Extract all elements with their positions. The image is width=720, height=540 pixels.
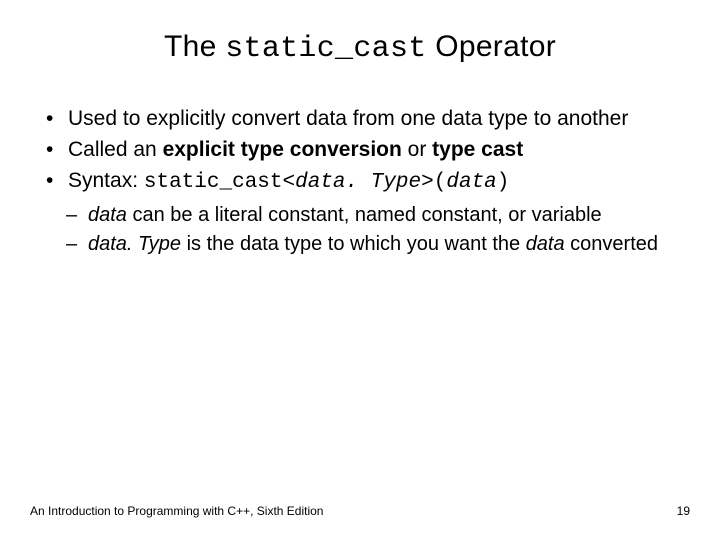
sub-2-rest: converted bbox=[565, 233, 658, 255]
bullet-2: Called an explicit type conversion or ty… bbox=[42, 137, 690, 164]
sub-2-ital2: data bbox=[526, 233, 565, 255]
page-number: 19 bbox=[677, 504, 690, 518]
bullet-2-mid: or bbox=[402, 138, 432, 161]
bullet-3-pre: Syntax: bbox=[68, 169, 144, 192]
sub-2: data. Type is the data type to which you… bbox=[66, 232, 690, 258]
bullet-3-code2: >( bbox=[421, 171, 446, 194]
bullet-3-code3: ) bbox=[497, 171, 510, 194]
title-code: static_cast bbox=[225, 32, 426, 66]
bullet-2-bold1: explicit type conversion bbox=[163, 138, 402, 161]
slide-title: The static_cast Operator bbox=[30, 30, 690, 66]
bullet-1-text: Used to explicitly convert data from one… bbox=[68, 107, 628, 130]
bullet-2-bold2: type cast bbox=[432, 138, 523, 161]
footer-left: An Introduction to Programming with C++,… bbox=[30, 504, 323, 518]
sub-2-ital1: data. Type bbox=[88, 233, 181, 255]
bullet-3-ital1: data. Type bbox=[295, 171, 421, 194]
bullet-2-pre: Called an bbox=[68, 138, 163, 161]
main-list: Used to explicitly convert data from one… bbox=[30, 106, 690, 197]
sub-list: data can be a literal constant, named co… bbox=[30, 203, 690, 258]
sub-1-rest: can be a literal constant, named constan… bbox=[127, 204, 602, 226]
bullet-1: Used to explicitly convert data from one… bbox=[42, 106, 690, 133]
sub-2-mid: is the data type to which you want the bbox=[181, 233, 526, 255]
sub-1-ital: data bbox=[88, 204, 127, 226]
bullet-3: Syntax: static_cast<data. Type>(data) bbox=[42, 168, 690, 197]
slide: The static_cast Operator Used to explici… bbox=[0, 0, 720, 540]
title-pre: The bbox=[164, 30, 225, 63]
bullet-3-code1: static_cast< bbox=[144, 171, 295, 194]
bullet-3-ital2: data bbox=[446, 171, 496, 194]
title-post: Operator bbox=[427, 30, 556, 63]
sub-1: data can be a literal constant, named co… bbox=[66, 203, 690, 229]
